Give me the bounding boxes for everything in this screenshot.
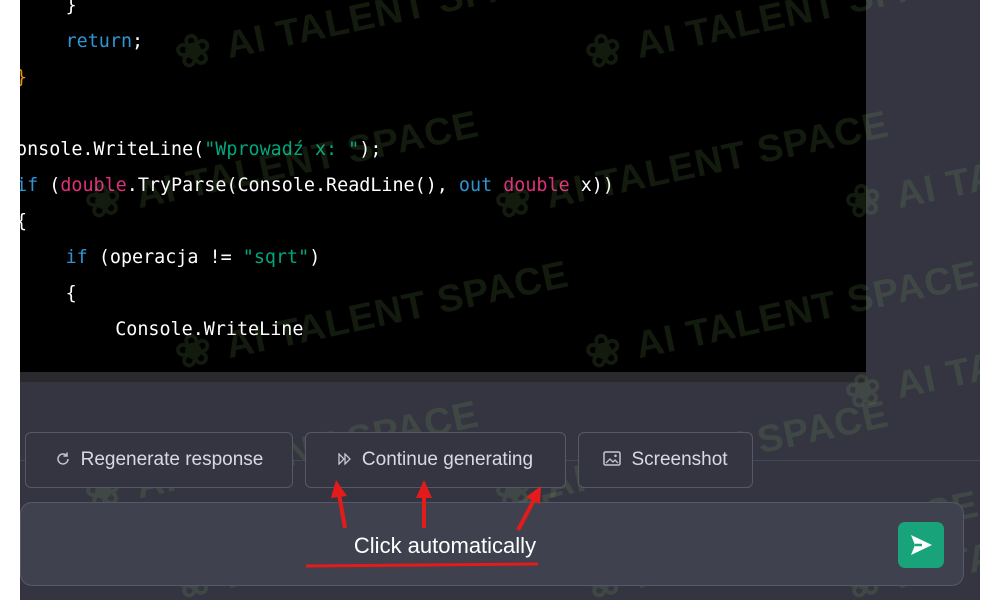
code-token: { (20, 211, 27, 232)
code-token: ( (38, 175, 61, 196)
chat-app: } return;} onsole.WriteLine("Wprowadź x: … (20, 0, 980, 600)
code-token: } (65, 0, 77, 16)
code-token: ) (309, 247, 321, 268)
screenshot-button[interactable]: Screenshot (578, 432, 753, 488)
refresh-icon (55, 451, 71, 470)
code-token: ; (132, 31, 144, 52)
code-token: double (60, 175, 127, 196)
regenerate-response-button[interactable]: Regenerate response (25, 432, 293, 488)
code-token: if (65, 247, 88, 268)
code-line: if (operacja != "sqrt") (20, 246, 321, 270)
code-token: Console.WriteLine (115, 319, 304, 340)
code-token: out (458, 175, 493, 196)
code-token: .TryParse(Console.ReadLine(), (126, 175, 459, 196)
screenshot-label: Screenshot (631, 449, 728, 470)
code-horizontal-scrollbar[interactable] (20, 372, 866, 382)
code-line: if (double.TryParse(Console.ReadLine(), … (20, 174, 614, 198)
code-line: Console.WriteLine (20, 318, 303, 342)
code-line: return; (20, 30, 144, 54)
image-icon (603, 451, 622, 469)
send-icon (911, 535, 932, 555)
watermark-label: AI TALENT SPACE (892, 293, 980, 408)
code-line: } (20, 0, 77, 18)
code-token: onsole.WriteLine( (20, 139, 205, 160)
fast-forward-icon (338, 451, 352, 468)
code-line: } (20, 66, 27, 90)
continue-generating-label: Continue generating (361, 449, 534, 470)
code-line: { (20, 282, 77, 306)
code-token: double (503, 175, 570, 196)
code-token: ); (359, 139, 382, 160)
code-token: x)) (569, 175, 614, 196)
regenerate-response-label: Regenerate response (80, 449, 264, 470)
code-token: } (20, 67, 27, 88)
code-token: "Wprowadź x: " (204, 139, 360, 160)
code-token: "sqrt" (242, 247, 310, 268)
code-token: { (65, 283, 77, 304)
code-token: return (65, 31, 133, 52)
code-block: } return;} onsole.WriteLine("Wprowadź x: … (20, 0, 866, 372)
watermark-label: AI TALENT SPACE (892, 103, 980, 218)
code-token: (operacja != (87, 247, 243, 268)
code-line: { (20, 210, 27, 234)
send-button[interactable] (898, 522, 944, 568)
continue-generating-button[interactable]: Continue generating (305, 432, 566, 488)
code-line: onsole.WriteLine("Wprowadź x: "); (20, 138, 381, 162)
annotation-label: Click automatically (353, 533, 537, 558)
code-token: if (20, 175, 39, 196)
